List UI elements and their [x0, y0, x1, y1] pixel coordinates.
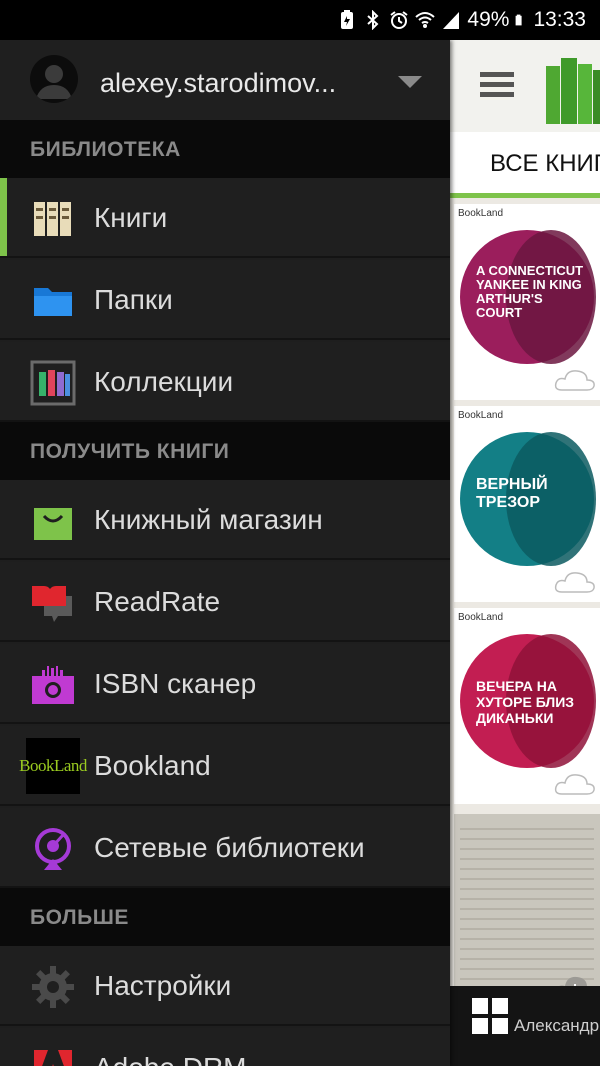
user-icon — [36, 65, 72, 99]
bookland-logo: BookLand — [19, 738, 87, 794]
drawer-item-label: Книжный магазин — [94, 504, 323, 535]
section-get-books: ПОЛУЧИТЬ КНИГИ — [0, 422, 450, 480]
drawer-item-label: ReadRate — [94, 586, 221, 617]
section-label: БИБЛИОТЕКА — [30, 138, 181, 161]
battery-icon — [516, 14, 523, 26]
tab-all-books-label: ВСЕ КНИГИ — [490, 150, 600, 177]
drawer-item-label: Сетевые библиотеки — [94, 832, 365, 863]
book-brand: BookLand — [458, 612, 504, 623]
drawer-item-label: Книги — [94, 202, 168, 233]
drawer-item-network-libraries[interactable]: Сетевые библиотеки — [0, 808, 450, 888]
book-brand: BookLand — [458, 208, 504, 219]
tab-all-books[interactable]: ВСЕ КНИГИ — [450, 132, 600, 198]
drawer-item-label: Коллекции — [94, 366, 234, 397]
cloud-icon[interactable] — [554, 368, 596, 392]
account-switcher[interactable]: alexey.starodimov... — [0, 40, 450, 120]
chevron-down-icon[interactable] — [398, 76, 422, 90]
battery-saver-icon — [341, 10, 354, 29]
drawer-item-label: Adobe DRM — [94, 1052, 247, 1066]
collections-icon — [30, 360, 76, 406]
grid-view-icon[interactable] — [472, 998, 508, 1034]
book-card[interactable]: BookLand ВЕЧЕРА НА ХУТОРЕ БЛИЗ ДИКАНЬКИ — [454, 608, 600, 804]
account-name: alexey.starodimov... — [100, 68, 337, 98]
network-library-icon — [35, 828, 71, 870]
book-title: ВЕЧЕРА НА ХУТОРЕ БЛИЗ ДИКАНЬКИ — [476, 678, 575, 726]
drawer-item-folders[interactable]: Папки — [0, 260, 450, 340]
book-title: ВЕРНЫЙ ТРЕЗОР — [476, 476, 548, 511]
adobe-icon — [34, 1050, 72, 1066]
drawer-item-label: Папки — [94, 284, 173, 315]
drawer-item-readrate[interactable]: ReadRate — [0, 562, 450, 642]
readrate-icon — [32, 586, 72, 622]
drawer-item-books[interactable]: Книги — [0, 178, 450, 258]
drawer-item-label: Bookland — [94, 750, 211, 781]
section-library: БИБЛИОТЕКА — [0, 120, 450, 178]
drawer-item-settings[interactable]: Настройки — [0, 946, 450, 1026]
drawer-item-isbn-scanner[interactable]: ISBN сканер — [0, 644, 450, 724]
book-brand: BookLand — [458, 410, 504, 421]
status-bar: 49% 13:33 — [0, 0, 600, 40]
section-label: БОЛЬШЕ — [30, 906, 129, 929]
signal-icon — [443, 12, 460, 29]
clock: 13:33 — [533, 8, 586, 31]
drawer-item-label: ISBN сканер — [94, 668, 257, 699]
cloud-icon[interactable] — [554, 772, 596, 796]
section-label: ПОЛУЧИТЬ КНИГИ — [30, 440, 230, 463]
drawer-item-collections[interactable]: Коллекции — [0, 342, 450, 422]
bluetooth-icon — [367, 10, 379, 30]
barcode-camera-icon — [32, 666, 74, 704]
book-card[interactable]: BookLand A CONNECTICUT YANKEE IN KING AR… — [454, 204, 600, 400]
wifi-icon — [415, 12, 436, 28]
battery-percent: 49% — [467, 8, 510, 31]
drawer-item-bookland[interactable]: BookLand Bookland — [0, 726, 450, 806]
drawer-item-label: Настройки — [94, 970, 232, 1001]
library-content: ВСЕ КНИГИ BookLand A CONNECTICUT YANKEE … — [450, 40, 600, 1066]
cloud-icon[interactable] — [554, 570, 596, 594]
app-bar — [450, 40, 600, 132]
books-icon — [34, 202, 71, 236]
section-more: БОЛЬШЕ — [0, 888, 450, 946]
app-logo-icon — [546, 58, 600, 124]
drawer-item-adobe-drm[interactable]: Adobe DRM — [0, 1028, 450, 1066]
menu-icon[interactable] — [480, 72, 514, 98]
book-card[interactable]: BookLand ВЕРНЫЙ ТРЕЗОР — [454, 406, 600, 602]
folder-icon — [34, 288, 72, 316]
book-title: A CONNECTICUT YANKEE IN KING ARTHUR'S CO… — [476, 263, 584, 320]
navigation-drawer: alexey.starodimov... БИБЛИОТЕКА Книги Па… — [0, 40, 450, 1066]
alarm-icon — [390, 11, 409, 29]
gear-icon — [32, 966, 74, 1008]
drawer-item-bookstore[interactable]: Книжный магазин — [0, 480, 450, 560]
avatar — [30, 55, 78, 103]
shopping-bag-icon — [34, 508, 72, 540]
book-author-text: Александр Куприн — [514, 1016, 600, 1035]
